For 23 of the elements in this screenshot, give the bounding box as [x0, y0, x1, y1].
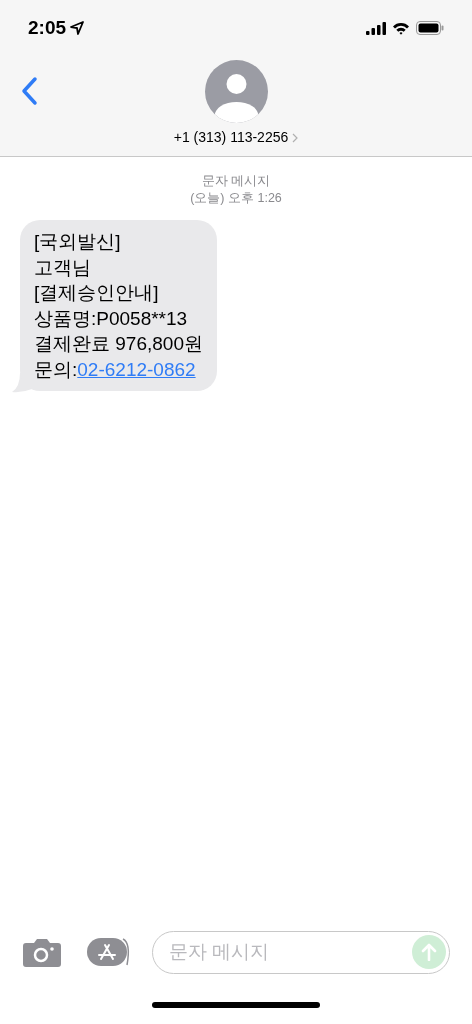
app-store-icon: [87, 937, 132, 967]
message-line: [국외발신]: [34, 230, 122, 254]
back-chevron-icon: [20, 76, 38, 106]
signal-icon: [366, 21, 386, 35]
camera-button[interactable]: [22, 937, 62, 967]
contact-avatar-icon[interactable]: [204, 60, 268, 123]
camera-icon: [23, 937, 61, 967]
battery-icon: [416, 21, 444, 35]
message-service-label: 문자 메시지: [201, 173, 271, 190]
inquiry-label: 문의:: [34, 357, 78, 382]
message-line: [결제승인안내]: [34, 281, 160, 305]
message-timestamp: (오늘) 오후 1:26: [190, 190, 282, 207]
contact-number[interactable]: +1 (313) 113-2256: [173, 127, 289, 148]
status-time: 2:05: [28, 15, 67, 40]
app-store-button[interactable]: [87, 937, 132, 967]
chevron-right-icon: [292, 132, 299, 143]
wifi-icon: [392, 21, 410, 35]
location-arrow-icon: [70, 21, 85, 35]
message-line: 고객님: [34, 255, 92, 280]
arrow-up-icon: [421, 943, 437, 961]
message-line: 상품명:P0058**13: [34, 306, 189, 331]
message-line: 결제완료 976,800원: [34, 332, 203, 356]
message-input-field[interactable]: 문자 메시지: [152, 930, 450, 974]
